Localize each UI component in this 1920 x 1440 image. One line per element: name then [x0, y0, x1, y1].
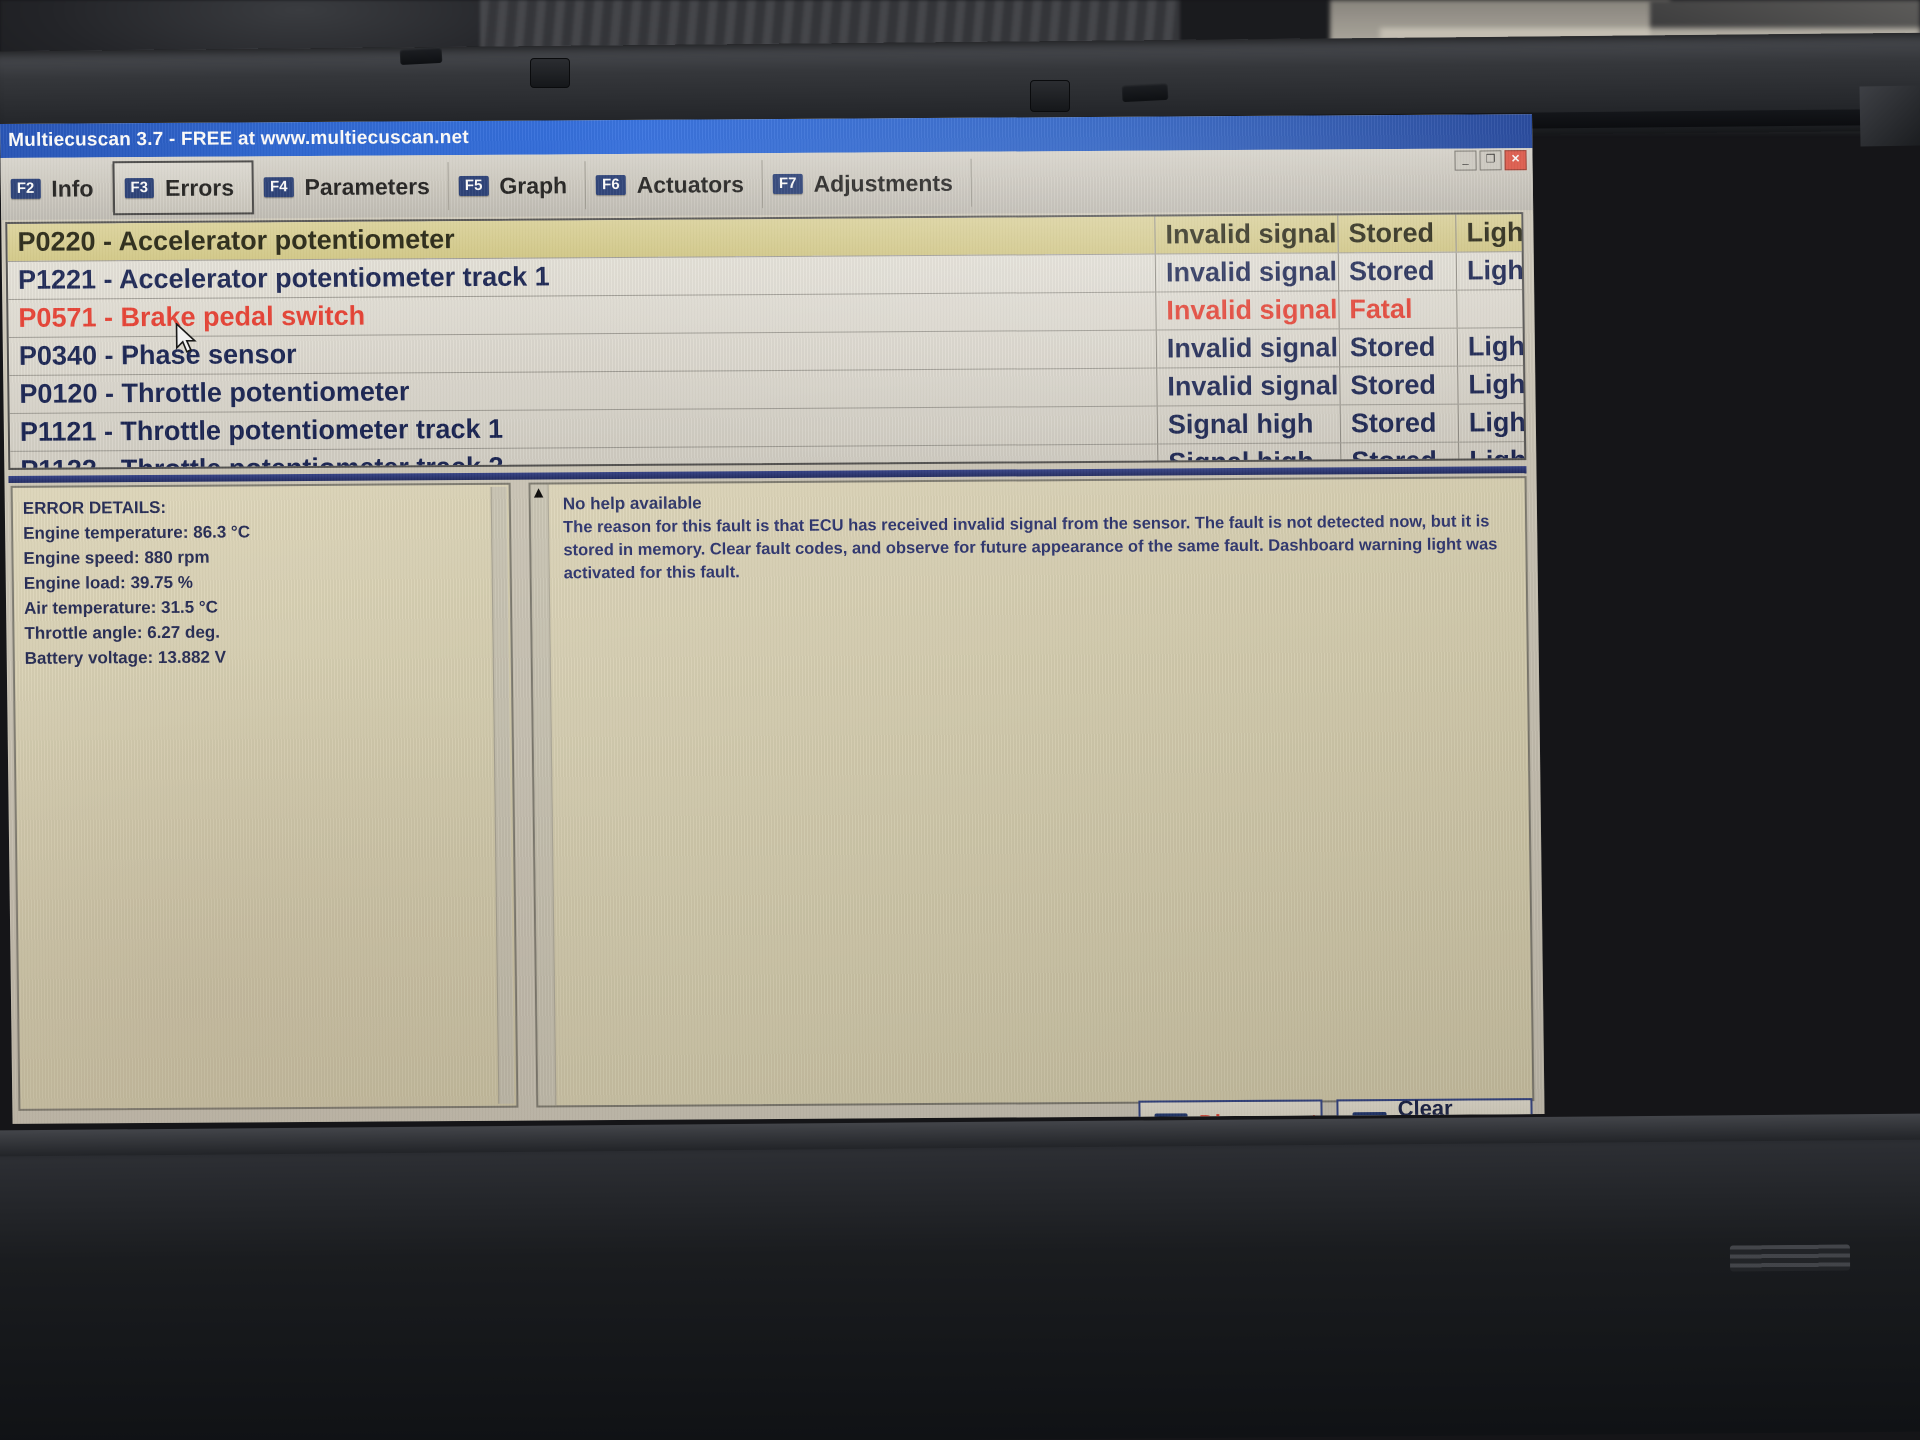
tab-parameters[interactable]: F4 Parameters — [253, 162, 450, 212]
app-logo: multiecuscan — [25, 1122, 262, 1124]
error-detail-line: Engine speed: 880 rpm — [23, 547, 210, 568]
error-table[interactable]: P0220 - Accelerator potentiometer Invalid… — [5, 212, 1527, 470]
error-lamp-status: Light ON — [1457, 365, 1527, 405]
lid-clip-left — [530, 58, 570, 88]
error-lamp-status: Light ON — [1456, 251, 1527, 291]
tab-label-errors: Errors — [164, 173, 235, 201]
error-details-panel: ERROR DETAILS: Engine temperature: 86.3 … — [10, 482, 519, 1111]
fkey-badge-f5: F5 — [458, 175, 489, 196]
error-signal-status: Invalid signal — [1155, 252, 1339, 293]
lid-clip-right — [1030, 80, 1070, 112]
error-detail-line: Throttle angle: 6.27 deg. — [24, 622, 221, 643]
error-detail-line: Engine temperature: 86.3 °C — [23, 522, 251, 543]
error-stored-status: Stored — [1338, 252, 1457, 291]
error-signal-status: Signal high — [1157, 404, 1341, 445]
scroll-up-icon[interactable]: ▲ — [531, 484, 548, 502]
fkey-badge-f4: F4 — [263, 177, 294, 198]
laptop-vent — [1729, 1244, 1851, 1272]
laptop-base — [0, 1119, 1920, 1440]
error-signal-status: Invalid signal — [1156, 366, 1341, 407]
lid-corner — [1859, 85, 1920, 147]
restore-button[interactable]: ❐ — [1479, 150, 1502, 171]
error-details-heading: ERROR DETAILS: — [22, 497, 167, 518]
error-signal-status: Signal high — [1157, 442, 1342, 470]
close-button[interactable]: ✕ — [1504, 150, 1527, 171]
error-stored-status: Fatal — [1338, 290, 1458, 329]
lid-latch-left — [399, 46, 443, 66]
error-stored-status: Stored — [1340, 404, 1459, 443]
error-signal-status: Invalid signal — [1156, 328, 1340, 369]
tab-graph[interactable]: F5 Graph — [448, 161, 587, 211]
fkey-badge-f7: F7 — [772, 173, 803, 194]
error-stored-status: Stored — [1337, 214, 1457, 253]
help-scrollbar[interactable]: ▲ — [530, 484, 557, 1106]
error-lamp-status: Light ON — [1457, 327, 1527, 367]
window-title: Multiecuscan 3.7 - FREE at www.multiecus… — [8, 126, 469, 151]
minimize-button[interactable]: _ — [1454, 150, 1477, 171]
error-lamp-status: Light ON — [1455, 213, 1527, 253]
laptop-screen: Multiecuscan 3.7 - FREE at www.multiecus… — [0, 114, 1545, 1124]
tab-actuators[interactable]: F6 Actuators — [585, 160, 764, 210]
fkey-badge-f6: F6 — [596, 175, 626, 196]
tab-label-actuators: Actuators — [636, 170, 745, 198]
tab-label-parameters: Parameters — [304, 172, 431, 200]
tab-adjustments[interactable]: F7 Adjustments — [762, 158, 973, 209]
lid-latch-right — [1121, 82, 1169, 103]
help-panel: ▲ No help available The reason for this … — [528, 476, 1535, 1108]
tab-label-graph: Graph — [499, 171, 568, 199]
fkey-badge-f2: F2 — [10, 178, 41, 199]
mouse-cursor-icon — [175, 322, 197, 353]
error-stored-status: Stored — [1339, 328, 1458, 367]
tab-label-adjustments: Adjustments — [813, 169, 953, 197]
error-lamp-status: Light ON — [1458, 403, 1527, 443]
error-stored-status: Stored — [1339, 366, 1459, 405]
help-body: The reason for this fault is that ECU ha… — [563, 512, 1498, 583]
error-lamp-status — [1456, 289, 1527, 329]
tab-info[interactable]: F2 Info — [0, 164, 113, 213]
details-scrollbar[interactable] — [490, 486, 515, 1104]
window-controls: _ ❐ ✕ — [1454, 150, 1527, 171]
error-detail-line: Engine load: 39.75 % — [23, 572, 194, 593]
error-signal-status: Invalid signal — [1154, 215, 1339, 255]
error-detail-line: Battery voltage: 13.882 V — [24, 647, 227, 668]
tab-bar: F2 Info F3 Errors F4 Parameters F5 Graph… — [0, 148, 1534, 220]
error-signal-status: Invalid signal — [1155, 290, 1340, 331]
photo-scene: Multiecuscan 3.7 - FREE at www.multiecus… — [0, 0, 1920, 1440]
fkey-badge-f3: F3 — [124, 178, 155, 199]
tab-errors[interactable]: F3 Errors — [112, 160, 255, 216]
error-detail-line: Air temperature: 31.5 °C — [23, 597, 219, 618]
tab-label-info: Info — [51, 174, 94, 202]
